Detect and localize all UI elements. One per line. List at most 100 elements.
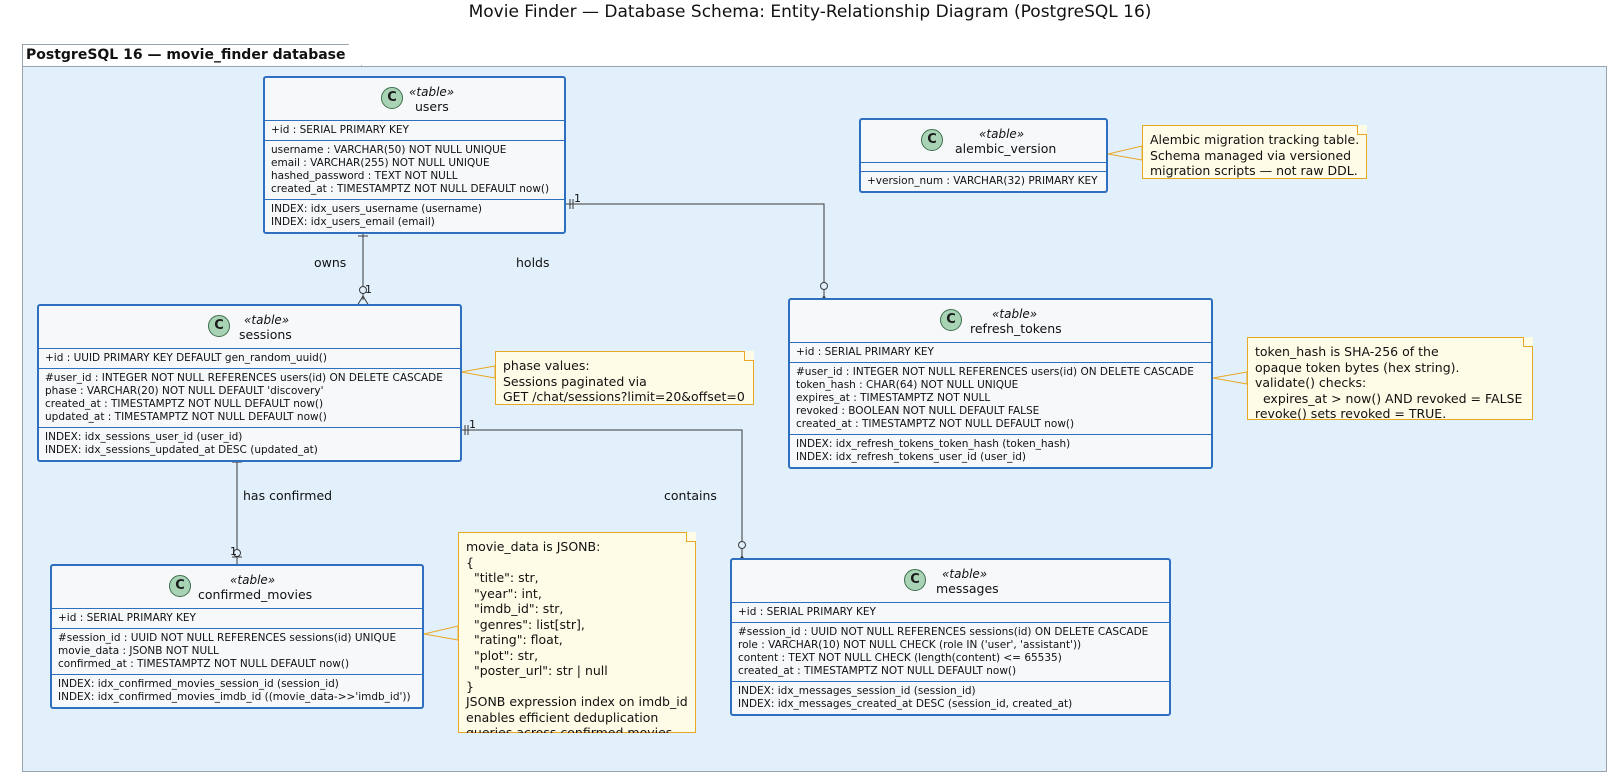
alembic-note: Alembic migration tracking table. Schema… xyxy=(1142,125,1367,179)
class-icon: C xyxy=(208,315,230,337)
class-icon: C xyxy=(169,575,191,597)
class-icon: C xyxy=(921,129,943,151)
confirmed-movies-table-name: confirmed_movies xyxy=(198,587,313,602)
users-columns-section: username : VARCHAR(50) NOT NULL UNIQUE e… xyxy=(265,141,564,200)
users-index: INDEX: idx_users_email (email) xyxy=(271,216,435,228)
sessions-column: +id : UUID PRIMARY KEY DEFAULT gen_rando… xyxy=(45,352,328,364)
refresh-tokens-table-header: C «table» refresh_tokens xyxy=(790,300,1211,343)
note-line: Schema managed via versioned xyxy=(1150,147,1352,163)
holds-line xyxy=(566,203,825,300)
messages-table[interactable]: C «table» messages +id : SERIAL PRIMARY … xyxy=(730,558,1171,716)
note-line: "plot": str, xyxy=(466,647,539,663)
refresh-tokens-index: INDEX: idx_refresh_tokens_user_id (user_… xyxy=(796,451,1027,463)
refresh-tokens-column: +id : SERIAL PRIMARY KEY xyxy=(796,346,934,358)
note-line: validate() checks: xyxy=(1255,375,1367,390)
confirmed-movies-table-header: C «table» confirmed_movies xyxy=(52,566,422,609)
table-stereotype: «table» xyxy=(979,127,1025,141)
messages-index: INDEX: idx_messages_session_id (session_… xyxy=(738,685,976,697)
messages-column: content : TEXT NOT NULL CHECK (length(co… xyxy=(738,652,1062,664)
note-line: "year": int, xyxy=(466,585,542,601)
confirmed-movies-index: INDEX: idx_confirmed_movies_imdb_id ((mo… xyxy=(58,691,411,703)
contains-zero-mark xyxy=(738,541,746,549)
messages-columns-section: #session_id : UUID NOT NULL REFERENCES s… xyxy=(732,623,1169,682)
tokens-note: token_hash is SHA-256 of the opaque toke… xyxy=(1247,337,1533,420)
owns-label: owns xyxy=(314,255,347,270)
sessions-table[interactable]: C «table» sessions +id : UUID PRIMARY KE… xyxy=(37,304,462,462)
note-line: migration scripts — not raw DDL. xyxy=(1150,163,1358,178)
note-line: phase values: xyxy=(503,358,590,373)
confirmed-movies-table[interactable]: C «table» confirmed_movies +id : SERIAL … xyxy=(50,564,424,709)
users-column: created_at : TIMESTAMPTZ NOT NULL DEFAUL… xyxy=(271,183,550,195)
contains-cardinality-sessions: 1 xyxy=(469,418,476,431)
confirmed-movies-index: INDEX: idx_confirmed_movies_session_id (… xyxy=(58,678,339,690)
users-pk-section: +id : SERIAL PRIMARY KEY xyxy=(265,121,564,141)
has-confirmed-label: has confirmed xyxy=(243,488,333,503)
sessions-index: INDEX: idx_sessions_user_id (user_id) xyxy=(45,431,243,443)
alembic-version-column: +version_num : VARCHAR(32) PRIMARY KEY xyxy=(867,175,1098,187)
holds-cardinality-users: 1 xyxy=(574,192,581,205)
sessions-column: updated_at : TIMESTAMPTZ NOT NULL DEFAUL… xyxy=(45,411,327,423)
movies-note: movie_data is JSONB: { "title": str, "ye… xyxy=(458,532,696,733)
movies-note-connector xyxy=(423,625,459,641)
holds-label: holds xyxy=(516,255,550,270)
messages-table-name: messages xyxy=(936,581,999,596)
table-stereotype: «table» xyxy=(992,307,1038,321)
messages-index-section: INDEX: idx_messages_session_id (session_… xyxy=(732,682,1169,714)
refresh-tokens-column: revoked : BOOLEAN NOT NULL DEFAULT FALSE xyxy=(796,405,1040,417)
confirmed-movies-column: confirmed_at : TIMESTAMPTZ NOT NULL DEFA… xyxy=(58,658,350,670)
messages-table-header: C «table» messages xyxy=(732,560,1169,603)
messages-column: +id : SERIAL PRIMARY KEY xyxy=(738,606,876,618)
sessions-index: INDEX: idx_sessions_updated_at DESC (upd… xyxy=(45,444,318,456)
class-icon: C xyxy=(904,569,926,591)
table-stereotype: «table» xyxy=(244,313,290,327)
table-stereotype: «table» xyxy=(942,567,988,581)
note-line: enables efficient deduplication xyxy=(466,709,659,725)
note-line: GET /chat/sessions?limit=20&offset=0 xyxy=(503,389,745,404)
users-table-header: C «table» users xyxy=(265,78,564,121)
messages-column: created_at : TIMESTAMPTZ NOT NULL DEFAUL… xyxy=(738,665,1017,677)
note-line: opaque token bytes (hex string). xyxy=(1255,359,1460,375)
table-stereotype: «table» xyxy=(409,85,455,99)
messages-pk-section: +id : SERIAL PRIMARY KEY xyxy=(732,603,1169,623)
note-line: } xyxy=(466,678,474,694)
note-line: revoke() sets revoked = TRUE. xyxy=(1255,406,1447,421)
note-fold-icon xyxy=(744,351,754,361)
users-table-name: users xyxy=(415,99,449,114)
alembic-version-table-name: alembic_version xyxy=(955,141,1057,156)
sessions-pk-section: +id : UUID PRIMARY KEY DEFAULT gen_rando… xyxy=(39,349,460,369)
alembic-version-table-header: C «table» alembic_version xyxy=(861,120,1106,163)
confirmed-movies-column: #session_id : UUID NOT NULL REFERENCES s… xyxy=(58,632,397,644)
sessions-note-connector xyxy=(460,365,496,379)
note-line: "title": str, xyxy=(466,570,539,585)
refresh-tokens-pk-section: +id : SERIAL PRIMARY KEY xyxy=(790,343,1211,363)
holds-zero-mark xyxy=(820,282,828,290)
alembic-version-table[interactable]: C «table» alembic_version +version_num :… xyxy=(859,118,1108,193)
note-line: "rating": float, xyxy=(466,632,563,647)
confirmed-movies-index-section: INDEX: idx_confirmed_movies_session_id (… xyxy=(52,675,422,707)
note-line: Sessions paginated via xyxy=(503,373,647,389)
refresh-tokens-column: #user_id : INTEGER NOT NULL REFERENCES u… xyxy=(796,366,1194,378)
users-table[interactable]: C «table» users +id : SERIAL PRIMARY KEY… xyxy=(263,76,566,234)
note-line: { xyxy=(466,554,474,570)
sessions-index-section: INDEX: idx_sessions_user_id (user_id) IN… xyxy=(39,428,460,460)
refresh-tokens-index-section: INDEX: idx_refresh_tokens_token_hash (to… xyxy=(790,435,1211,467)
alembic-version-empty-section xyxy=(861,163,1106,172)
users-index-section: INDEX: idx_users_username (username) IND… xyxy=(265,200,564,232)
messages-column: #session_id : UUID NOT NULL REFERENCES s… xyxy=(738,626,1149,638)
alembic-note-connector xyxy=(1107,145,1143,161)
tokens-note-connector xyxy=(1212,371,1248,385)
sessions-columns-section: #user_id : INTEGER NOT NULL REFERENCES u… xyxy=(39,369,460,428)
refresh-tokens-table[interactable]: C «table» refresh_tokens +id : SERIAL PR… xyxy=(788,298,1213,469)
class-icon: C xyxy=(940,309,962,331)
refresh-tokens-index: INDEX: idx_refresh_tokens_token_hash (to… xyxy=(796,438,1071,450)
class-icon: C xyxy=(381,87,403,109)
confirmed-movies-pk-section: +id : SERIAL PRIMARY KEY xyxy=(52,609,422,629)
refresh-tokens-column: created_at : TIMESTAMPTZ NOT NULL DEFAUL… xyxy=(796,418,1075,430)
owns-cardinality-sessions: 1 xyxy=(365,283,372,296)
refresh-tokens-column: token_hash : CHAR(64) NOT NULL UNIQUE xyxy=(796,379,1019,391)
confirmed-movies-columns-section: #session_id : UUID NOT NULL REFERENCES s… xyxy=(52,629,422,675)
refresh-tokens-columns-section: #user_id : INTEGER NOT NULL REFERENCES u… xyxy=(790,363,1211,435)
sessions-table-name: sessions xyxy=(239,327,292,342)
table-stereotype: «table» xyxy=(230,573,276,587)
note-line: token_hash is SHA-256 of the xyxy=(1255,344,1439,359)
